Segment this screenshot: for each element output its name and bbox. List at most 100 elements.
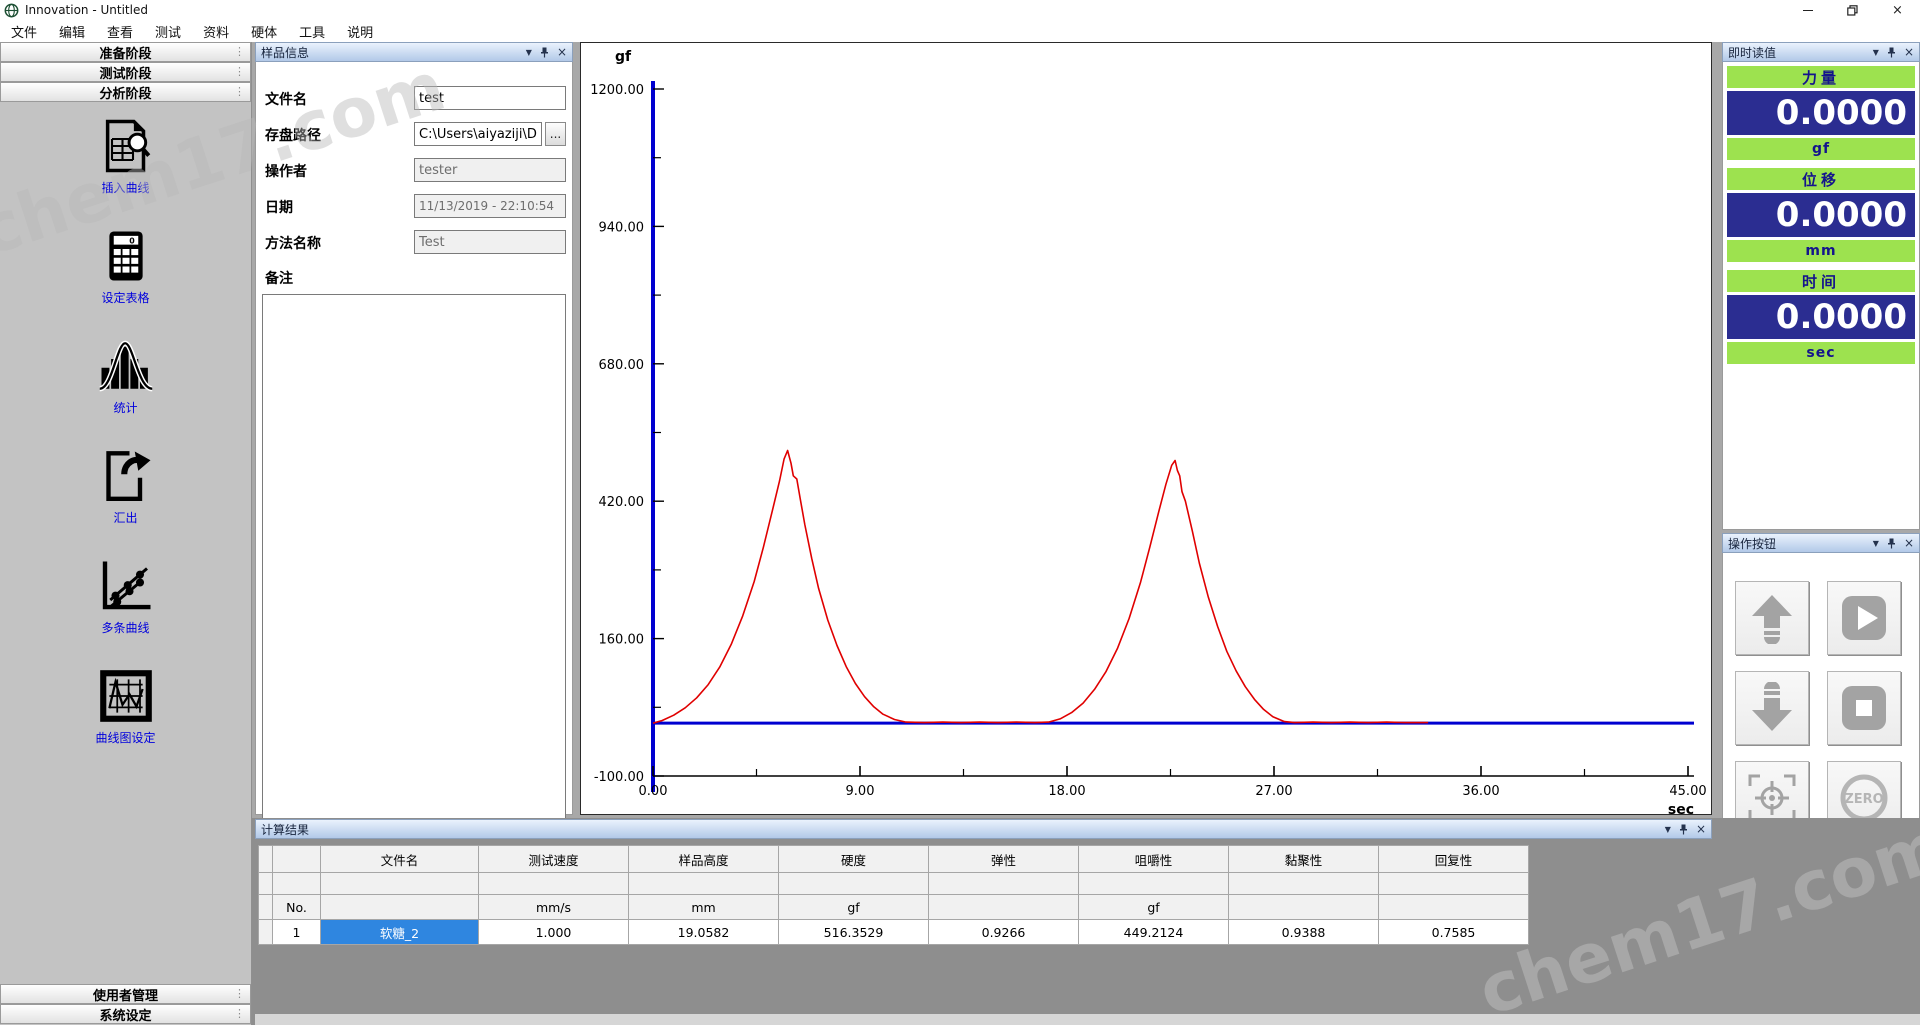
col-chewiness[interactable]: 咀嚼性 (1079, 846, 1229, 873)
bottom-strip (255, 1014, 1920, 1025)
application-window: Innovation - Untitled × 文件 编辑 查看 测试 资料 硬… (0, 0, 1920, 1025)
force-time-chart[interactable]: gf1200.00940.00680.00420.00160.00-100.00… (580, 42, 1712, 815)
row-number: 1 (273, 920, 321, 945)
tool-label: 多条曲线 (101, 619, 149, 636)
svg-text:940.00: 940.00 (599, 220, 645, 235)
close-icon[interactable]: × (557, 47, 567, 57)
tool-insert-curve[interactable]: 插入曲线 (0, 104, 251, 214)
tool-label: 设定表格 (101, 289, 149, 306)
save-path-field[interactable]: C:\Users\aiyaziji\D (414, 122, 542, 146)
cell-resilience[interactable]: 0.7585 (1379, 920, 1529, 945)
close-icon[interactable]: × (1696, 824, 1706, 834)
jog-up-button[interactable] (1735, 581, 1809, 655)
arrow-down-icon (1746, 682, 1798, 734)
menu-edit[interactable]: 编辑 (48, 20, 96, 43)
displacement-readout: 位移 0.0000 mm (1727, 168, 1915, 262)
jog-down-button[interactable] (1735, 671, 1809, 745)
close-icon[interactable]: × (1904, 47, 1914, 57)
results-blank-row (259, 873, 1529, 895)
method-name-value: Test (419, 235, 445, 250)
curve-settings-icon (98, 668, 154, 724)
restore-button[interactable] (1830, 0, 1875, 20)
time-value: 0.0000 (1727, 295, 1915, 339)
force-value: 0.0000 (1727, 91, 1915, 135)
panel-title: 计算结果 (261, 821, 309, 838)
method-name-label: 方法名称 (265, 233, 321, 253)
stage-tab-label: 系统设定 (99, 1005, 151, 1024)
pin-icon[interactable] (1887, 47, 1896, 58)
unit-cell: gf (1079, 895, 1229, 920)
menu-view[interactable]: 查看 (96, 20, 144, 43)
chevron-down-icon[interactable]: ▼ (1873, 539, 1879, 548)
stage-tab-label: 准备阶段 (99, 43, 151, 62)
readout-body: 力量 0.0000 gf 位移 0.0000 mm 时间 0.0000 sec (1722, 62, 1920, 530)
tool-statistics[interactable]: 统计 (0, 324, 251, 434)
menu-test[interactable]: 测试 (144, 20, 192, 43)
sidebar-item-user-management[interactable]: 使用者管理 ⋮ (0, 984, 251, 1004)
menu-hardware[interactable]: 硬体 (240, 20, 288, 43)
cell-sample-height[interactable]: 19.0582 (629, 920, 779, 945)
tool-multi-curve[interactable]: 多条曲线 (0, 544, 251, 654)
pin-icon[interactable] (1887, 538, 1896, 549)
svg-text:sec: sec (1668, 802, 1694, 818)
run-button[interactable] (1827, 581, 1901, 655)
unit-cell: gf (779, 895, 929, 920)
filename-value: test (419, 91, 444, 106)
export-icon (98, 448, 154, 504)
sidebar-item-test-stage[interactable]: 测试阶段 ⋮ (0, 62, 251, 82)
col-springiness[interactable]: 弹性 (929, 846, 1079, 873)
menu-help[interactable]: 说明 (336, 20, 384, 43)
col-filename[interactable]: 文件名 (321, 846, 479, 873)
unit-cell (1379, 895, 1529, 920)
pin-icon[interactable] (540, 47, 549, 58)
sidebar-item-prepare-stage[interactable]: 准备阶段 ⋮ (0, 42, 251, 62)
stage-tab-label: 分析阶段 (99, 83, 151, 102)
minimize-button[interactable] (1785, 0, 1830, 20)
results-column-header-row: 文件名 测试速度 样品高度 硬度 弹性 咀嚼性 黏聚性 回复性 (259, 846, 1529, 873)
chevron-down-icon[interactable]: ▼ (1665, 825, 1671, 834)
tool-curve-settings[interactable]: 曲线图设定 (0, 654, 251, 764)
sidebar-item-analysis-stage[interactable]: 分析阶段 ⋮ (0, 82, 251, 102)
unit-cell (1229, 895, 1379, 920)
svg-text:36.00: 36.00 (1462, 784, 1499, 799)
cell-hardness[interactable]: 516.3529 (779, 920, 929, 945)
table-row[interactable]: 1 软糖_2 1.000 19.0582 516.3529 0.9266 449… (259, 920, 1529, 945)
cell-test-speed[interactable]: 1.000 (479, 920, 629, 945)
menu-file[interactable]: 文件 (0, 20, 48, 43)
sample-info-panel: 样品信息 ▼ × 文件名 test 存盘路径 C:\Users\aiyaziji… (255, 42, 573, 815)
date-value: 11/13/2019 - 22:10:54 (419, 199, 554, 213)
col-resilience[interactable]: 回复性 (1379, 846, 1529, 873)
target-icon (1746, 772, 1798, 824)
stage-tab-label: 使用者管理 (93, 985, 158, 1004)
chart-canvas: gf1200.00940.00680.00420.00160.00-100.00… (581, 43, 1711, 814)
notes-textarea[interactable] (262, 294, 566, 822)
cell-cohesiveness[interactable]: 0.9388 (1229, 920, 1379, 945)
menu-data[interactable]: 资料 (192, 20, 240, 43)
chevron-down-icon[interactable]: ▼ (1873, 48, 1879, 57)
cell-springiness[interactable]: 0.9266 (929, 920, 1079, 945)
row-filename-selected[interactable]: 软糖_2 (321, 920, 479, 945)
cell-chewiness[interactable]: 449.2124 (1079, 920, 1229, 945)
menu-tools[interactable]: 工具 (288, 20, 336, 43)
stop-button[interactable] (1827, 671, 1901, 745)
save-path-label: 存盘路径 (265, 125, 321, 145)
col-sample-height[interactable]: 样品高度 (629, 846, 779, 873)
sidebar-item-system-settings[interactable]: 系统设定 ⋮ (0, 1004, 251, 1024)
svg-text:0: 0 (129, 236, 135, 245)
time-unit: sec (1727, 342, 1915, 364)
browse-button[interactable]: ... (545, 122, 566, 146)
tool-export[interactable]: 汇出 (0, 434, 251, 544)
sample-info-header: 样品信息 ▼ × (255, 42, 573, 62)
minimize-icon (1803, 10, 1813, 11)
close-button[interactable]: × (1875, 0, 1920, 20)
filename-field[interactable]: test (414, 86, 566, 110)
col-cohesiveness[interactable]: 黏聚性 (1229, 846, 1379, 873)
operation-buttons-panel: 操作按钮 ▼ × (1722, 533, 1920, 845)
chevron-down-icon[interactable]: ▼ (526, 48, 532, 57)
close-icon[interactable]: × (1904, 538, 1914, 548)
col-hardness[interactable]: 硬度 (779, 846, 929, 873)
tool-set-table[interactable]: 0 设定表格 (0, 214, 251, 324)
panel-title: 操作按钮 (1728, 535, 1776, 552)
pin-icon[interactable] (1679, 824, 1688, 835)
col-test-speed[interactable]: 测试速度 (479, 846, 629, 873)
